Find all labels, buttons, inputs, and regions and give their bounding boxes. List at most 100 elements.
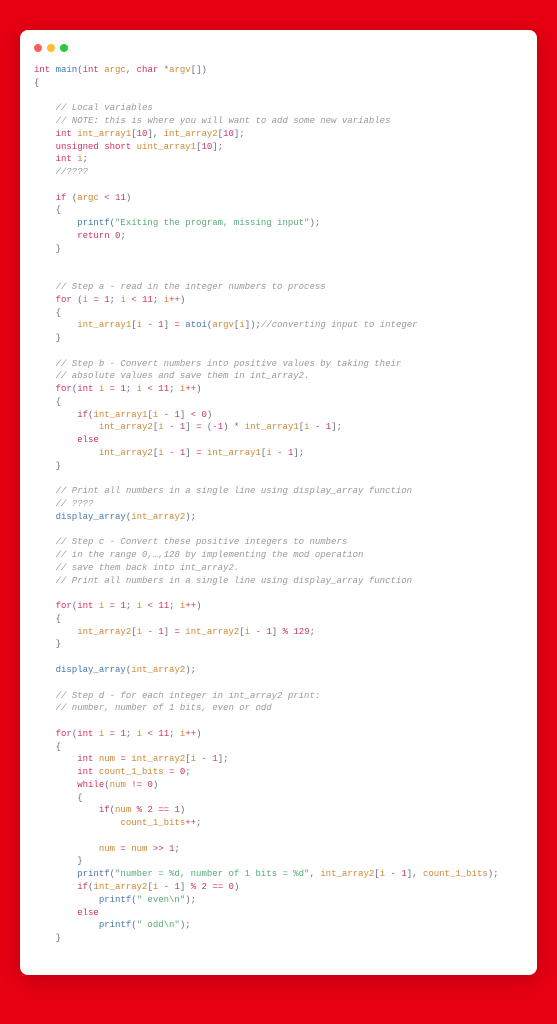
close-icon[interactable] [34,44,42,52]
code-token: = [110,729,115,739]
code-token: int [77,384,93,394]
code-token: atoi [185,320,207,330]
code-token: 1 [158,627,163,637]
code-token: if [99,805,110,815]
code-token: for [56,601,72,611]
code-token: 2 [202,882,207,892]
code-token: } [56,244,61,254]
code-token: int_array2 [164,129,218,139]
code-token: int_array2 [77,627,131,637]
code-token: int [77,754,93,764]
code-token: ++ [185,818,196,828]
code-token: % [137,805,142,815]
code-token: printf [99,895,131,905]
code-token: int_array1 [77,320,131,330]
code-token: i [77,154,82,164]
code-token: i [191,754,196,764]
minimize-icon[interactable] [47,44,55,52]
code-token: i [137,320,142,330]
code-token: i [137,384,142,394]
code-token: num [131,844,147,854]
code-token: = [196,448,201,458]
code-token: - [147,627,152,637]
code-token: i [120,295,125,305]
maximize-icon[interactable] [60,44,68,52]
code-token: if [77,882,88,892]
code-token: argc [77,193,99,203]
code-token: main [56,65,78,75]
code-token: num [99,754,115,764]
code-token: ++ [169,295,180,305]
code-comment: //???? [56,167,88,177]
code-token: 1 [174,410,179,420]
code-token: - [147,320,152,330]
code-token: } [77,856,82,866]
code-token: count_1_bits [99,767,164,777]
code-token: i [266,448,271,458]
code-token: -1 [212,422,223,432]
code-comment: // Print all numbers in a single line us… [56,576,412,586]
code-token: 1 [401,869,406,879]
code-token: while [77,780,104,790]
code-token: int_array2 [131,665,185,675]
code-token: 11 [158,729,169,739]
code-token: 11 [158,601,169,611]
code-token: argc [104,65,126,75]
code-comment: // save them back into int_array2. [56,563,240,573]
code-token: < [104,193,109,203]
code-token: = [120,844,125,854]
code-token: int_array2 [131,754,185,764]
code-block: int main(int argc, char *argv[]) { // Lo… [34,64,523,945]
code-token: " odd\n" [137,920,180,930]
code-token: int_array1 [77,129,131,139]
code-token: = [174,627,179,637]
code-token: ++ [185,601,196,611]
code-token: < [131,295,136,305]
code-token: i [153,410,158,420]
code-token: { [56,205,61,215]
code-token: 11 [158,384,169,394]
code-token: 1 [120,384,125,394]
code-token: = [169,767,174,777]
code-token: 0 [229,882,234,892]
code-token: unsigned [56,142,99,152]
code-token: count_1_bits [423,869,488,879]
code-token: i [158,448,163,458]
code-token: char [137,65,159,75]
code-comment: // in the range 0,…,128 by implementing … [56,550,364,560]
code-token: int_array2 [99,422,153,432]
code-token: < [191,410,196,420]
code-token: "number = %d, number of 1 bits = %d" [115,869,309,879]
code-token: int [77,729,93,739]
code-token: != [131,780,142,790]
code-token: 1 [266,627,271,637]
code-token: 1 [212,754,217,764]
code-token: i [239,320,244,330]
code-token: 11 [142,295,153,305]
code-token: i [137,627,142,637]
code-token: { [77,793,82,803]
code-token: 1 [180,422,185,432]
code-comment: // number, number of 1 bits, even or odd [56,703,272,713]
code-token: - [201,754,206,764]
code-token: i [137,729,142,739]
code-token: uint_array1 [137,142,196,152]
code-token: i [158,422,163,432]
code-token: int [56,154,72,164]
code-token: - [169,422,174,432]
code-token: int_array2 [131,512,185,522]
code-token: if [77,410,88,420]
code-token: i [99,601,104,611]
code-token: - [164,410,169,420]
code-token: ++ [185,384,196,394]
code-token: int [77,601,93,611]
code-token: < [147,384,152,394]
code-token: { [34,78,39,88]
code-token: - [169,448,174,458]
code-token: 1 [174,882,179,892]
code-token: 1 [326,422,331,432]
code-token: num [110,780,126,790]
code-token: "Exiting the program, missing input" [115,218,309,228]
code-token: - [256,627,261,637]
window-titlebar [34,40,523,64]
